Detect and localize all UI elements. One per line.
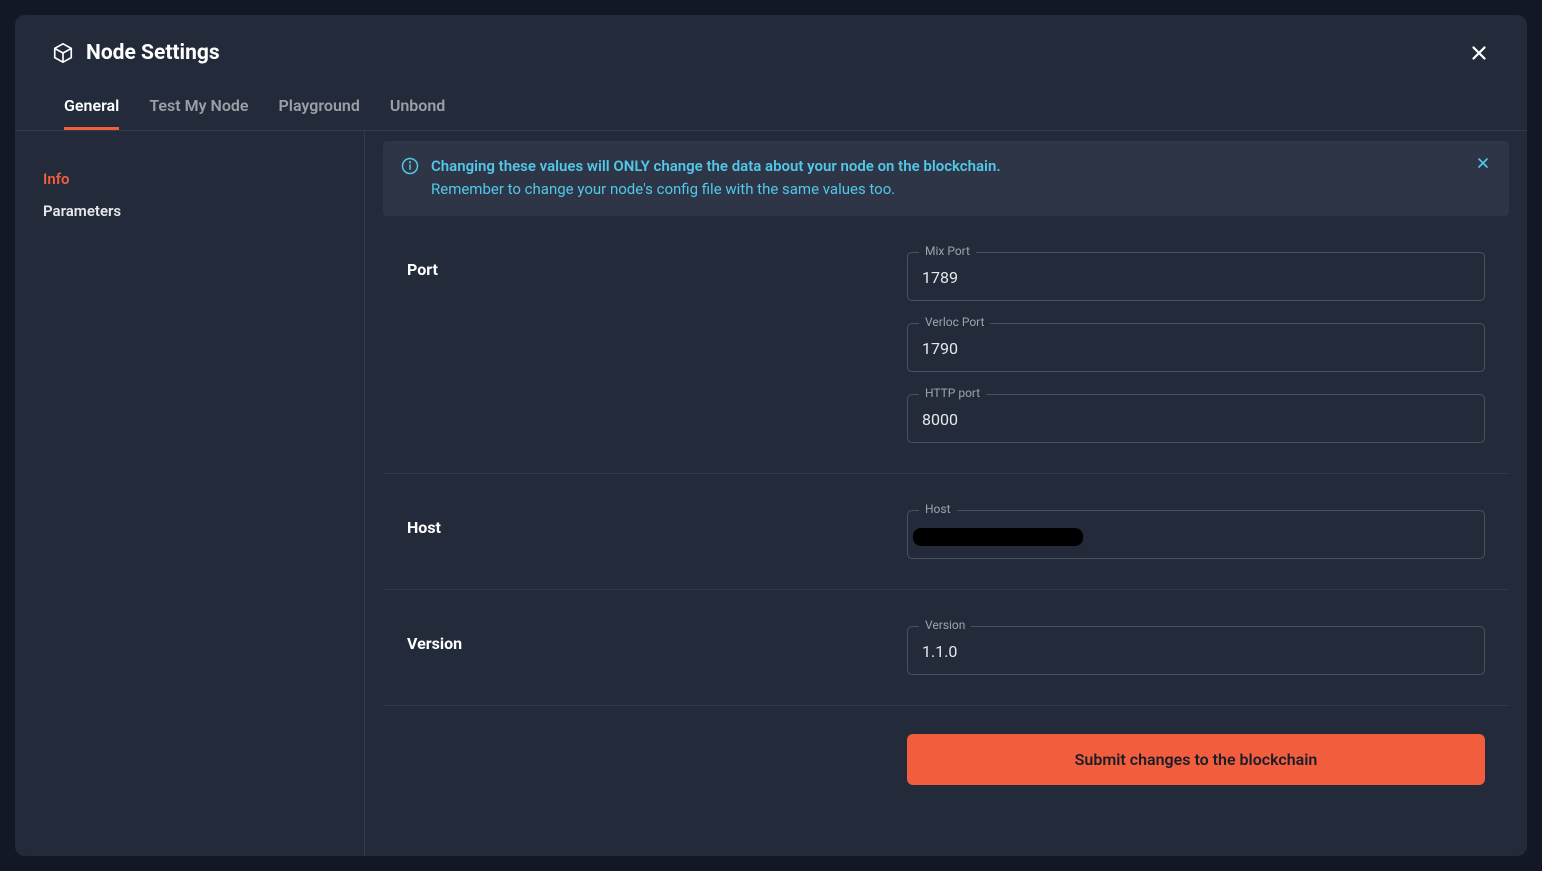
- field-host: Host: [907, 510, 1485, 559]
- section-port-label: Port: [407, 252, 907, 443]
- field-verloc-port: Verloc Port: [907, 323, 1485, 372]
- page-title: Node Settings: [86, 41, 220, 65]
- content: Info Parameters Changing these values wi…: [15, 131, 1527, 856]
- section-version-fields: Version: [907, 626, 1485, 675]
- field-http-port: HTTP port: [907, 394, 1485, 443]
- cube-icon: [52, 42, 74, 64]
- tab-unbond[interactable]: Unbond: [390, 96, 445, 130]
- section-port-fields: Mix Port Verloc Port HTTP port: [907, 252, 1485, 443]
- sidebar-item-parameters[interactable]: Parameters: [43, 195, 364, 227]
- alert-close-button[interactable]: [1475, 155, 1491, 171]
- field-mix-port: Mix Port: [907, 252, 1485, 301]
- info-alert: Changing these values will ONLY change t…: [383, 141, 1509, 216]
- submit-button[interactable]: Submit changes to the blockchain: [907, 734, 1485, 785]
- verloc-port-label: Verloc Port: [919, 315, 990, 329]
- version-label: Version: [919, 618, 971, 632]
- submit-section: Submit changes to the blockchain: [383, 706, 1509, 785]
- section-host: Host Host: [383, 474, 1509, 590]
- sidebar-item-info[interactable]: Info: [43, 163, 364, 195]
- section-port: Port Mix Port Verloc Port HTTP port: [383, 216, 1509, 474]
- alert-line1: Changing these values will ONLY change t…: [431, 155, 1463, 178]
- section-host-label: Host: [407, 510, 907, 559]
- close-button[interactable]: [1466, 40, 1492, 66]
- mix-port-label: Mix Port: [919, 244, 976, 258]
- tab-bar: General Test My Node Playground Unbond: [52, 96, 1492, 130]
- section-version-label: Version: [407, 626, 907, 675]
- info-icon: [401, 157, 419, 175]
- sidebar: Info Parameters: [15, 131, 365, 856]
- title-row: Node Settings: [52, 40, 1492, 66]
- section-host-fields: Host: [907, 510, 1485, 559]
- alert-line2: Remember to change your node's config fi…: [431, 178, 1463, 201]
- submit-spacer: [407, 734, 907, 785]
- alert-text: Changing these values will ONLY change t…: [431, 155, 1463, 202]
- host-label: Host: [919, 502, 957, 516]
- title-left: Node Settings: [52, 41, 220, 65]
- section-version: Version Version: [383, 590, 1509, 706]
- main-panel: Changing these values will ONLY change t…: [365, 131, 1527, 856]
- tab-general[interactable]: General: [64, 96, 119, 130]
- node-settings-modal: Node Settings General Test My Node Playg…: [15, 15, 1527, 856]
- http-port-input[interactable]: [907, 394, 1485, 443]
- tab-test-my-node[interactable]: Test My Node: [149, 96, 248, 130]
- field-version: Version: [907, 626, 1485, 675]
- verloc-port-input[interactable]: [907, 323, 1485, 372]
- http-port-label: HTTP port: [919, 386, 986, 400]
- redacted-bar: [913, 528, 1083, 546]
- close-icon: [1468, 42, 1490, 64]
- modal-header: Node Settings General Test My Node Playg…: [15, 15, 1527, 130]
- tab-playground[interactable]: Playground: [279, 96, 360, 130]
- mix-port-input[interactable]: [907, 252, 1485, 301]
- version-input[interactable]: [907, 626, 1485, 675]
